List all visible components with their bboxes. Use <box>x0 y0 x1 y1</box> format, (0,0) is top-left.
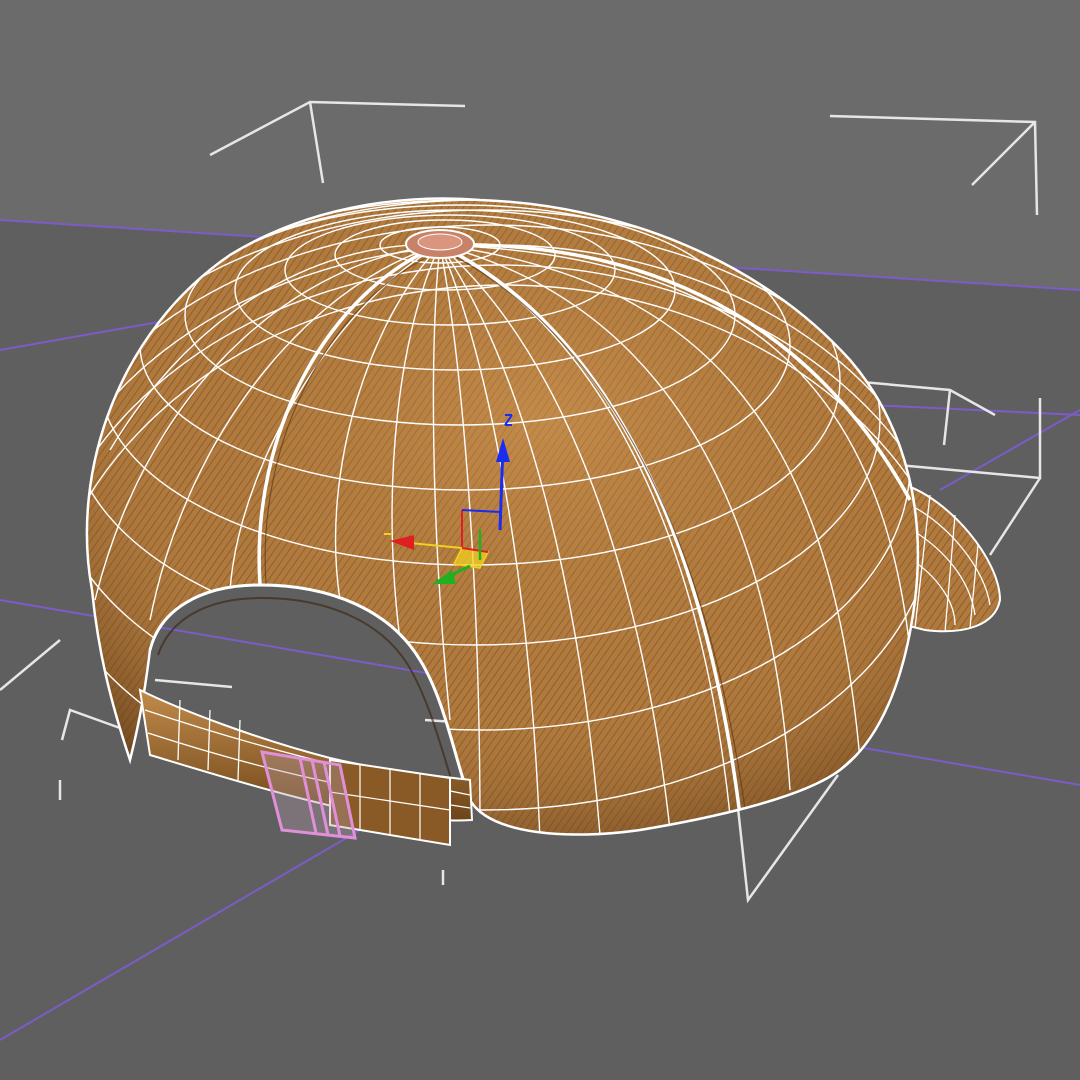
perspective-viewport[interactable] <box>0 0 1080 1080</box>
cap-crown-button[interactable] <box>405 229 475 259</box>
viewport-canvas[interactable] <box>0 0 1080 1080</box>
